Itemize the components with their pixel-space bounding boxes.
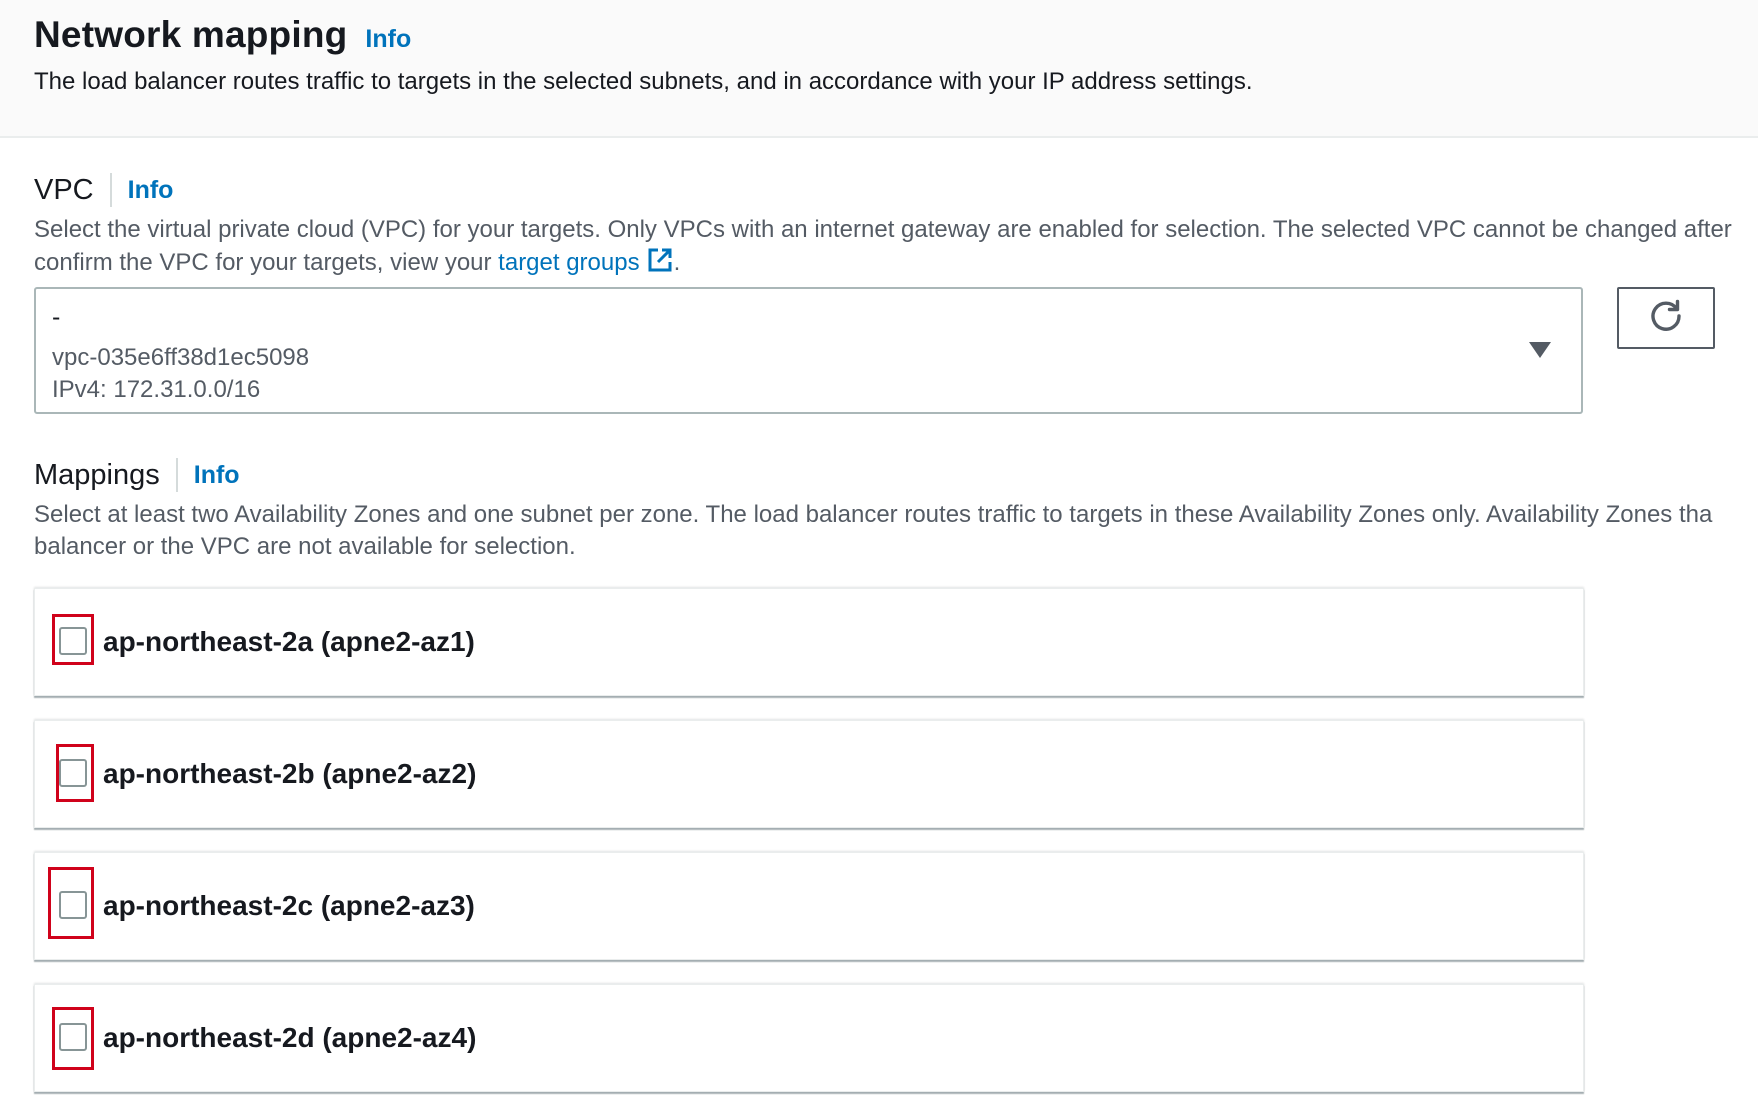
external-link-icon[interactable] [646,246,674,283]
vpc-select-name: - [52,303,61,331]
mappings-description: Select at least two Availability Zones a… [34,499,1712,563]
mappings-info-link[interactable]: Info [194,461,240,490]
mappings-label: Mappings [34,458,160,491]
mappings-description-line-2: balancer or the VPC are not available fo… [34,533,576,560]
az-checkbox-ap-northeast-2d[interactable] [59,1023,87,1051]
vpc-info-link[interactable]: Info [128,176,174,205]
vpc-description-line-1: Select the virtual private cloud (VPC) f… [34,216,1732,243]
vpc-select[interactable]: - vpc-035e6ff38d1ec5098 IPv4: 172.31.0.0… [34,287,1583,414]
az-card-ap-northeast-2b: ap-northeast-2b (apne2-az2) [34,720,1584,828]
page-title: Network mapping [34,14,348,55]
header-title-row: Network mapping Info [34,14,411,56]
vpc-select-id: vpc-035e6ff38d1ec5098 [52,344,310,371]
az-checkbox-ap-northeast-2a[interactable] [59,627,87,655]
az-label-ap-northeast-2d: ap-northeast-2d (apne2-az4) [103,1022,477,1053]
target-groups-link[interactable]: target groups [498,249,639,276]
az-label-ap-northeast-2c: ap-northeast-2c (apne2-az3) [103,890,475,921]
caret-down-icon [1529,342,1551,363]
mappings-description-line-1: Select at least two Availability Zones a… [34,501,1713,528]
refresh-icon [1648,298,1684,339]
mappings-label-row: Mappings Info [34,458,240,492]
mappings-label-divider [175,458,178,492]
az-card-ap-northeast-2c: ap-northeast-2c (apne2-az3) [34,852,1584,960]
header-info-link[interactable]: Info [365,25,411,54]
az-checkbox-ap-northeast-2b[interactable] [59,759,87,787]
vpc-description-line-2: confirm the VPC for your targets, view y… [34,246,1732,283]
az-checkbox-ap-northeast-2c[interactable] [59,891,87,919]
refresh-button[interactable] [1617,287,1715,349]
section-header: Network mapping Info The load balancer r… [0,0,1758,138]
vpc-description-prefix: confirm the VPC for your targets, view y… [34,249,499,276]
vpc-label-row: VPC Info [34,173,173,207]
az-label-ap-northeast-2a: ap-northeast-2a (apne2-az1) [103,626,475,657]
az-card-ap-northeast-2d: ap-northeast-2d (apne2-az4) [34,984,1584,1092]
vpc-label: VPC [34,173,94,206]
vpc-select-cidr: IPv4: 172.31.0.0/16 [52,376,261,403]
vpc-description-suffix: . [673,249,681,276]
az-label-ap-northeast-2b: ap-northeast-2b (apne2-az2) [103,758,477,789]
vpc-description: Select the virtual private cloud (VPC) f… [34,214,1732,283]
az-card-ap-northeast-2a: ap-northeast-2a (apne2-az1) [34,588,1584,696]
vpc-label-divider [109,173,112,207]
header-description: The load balancer routes traffic to targ… [34,68,1253,95]
